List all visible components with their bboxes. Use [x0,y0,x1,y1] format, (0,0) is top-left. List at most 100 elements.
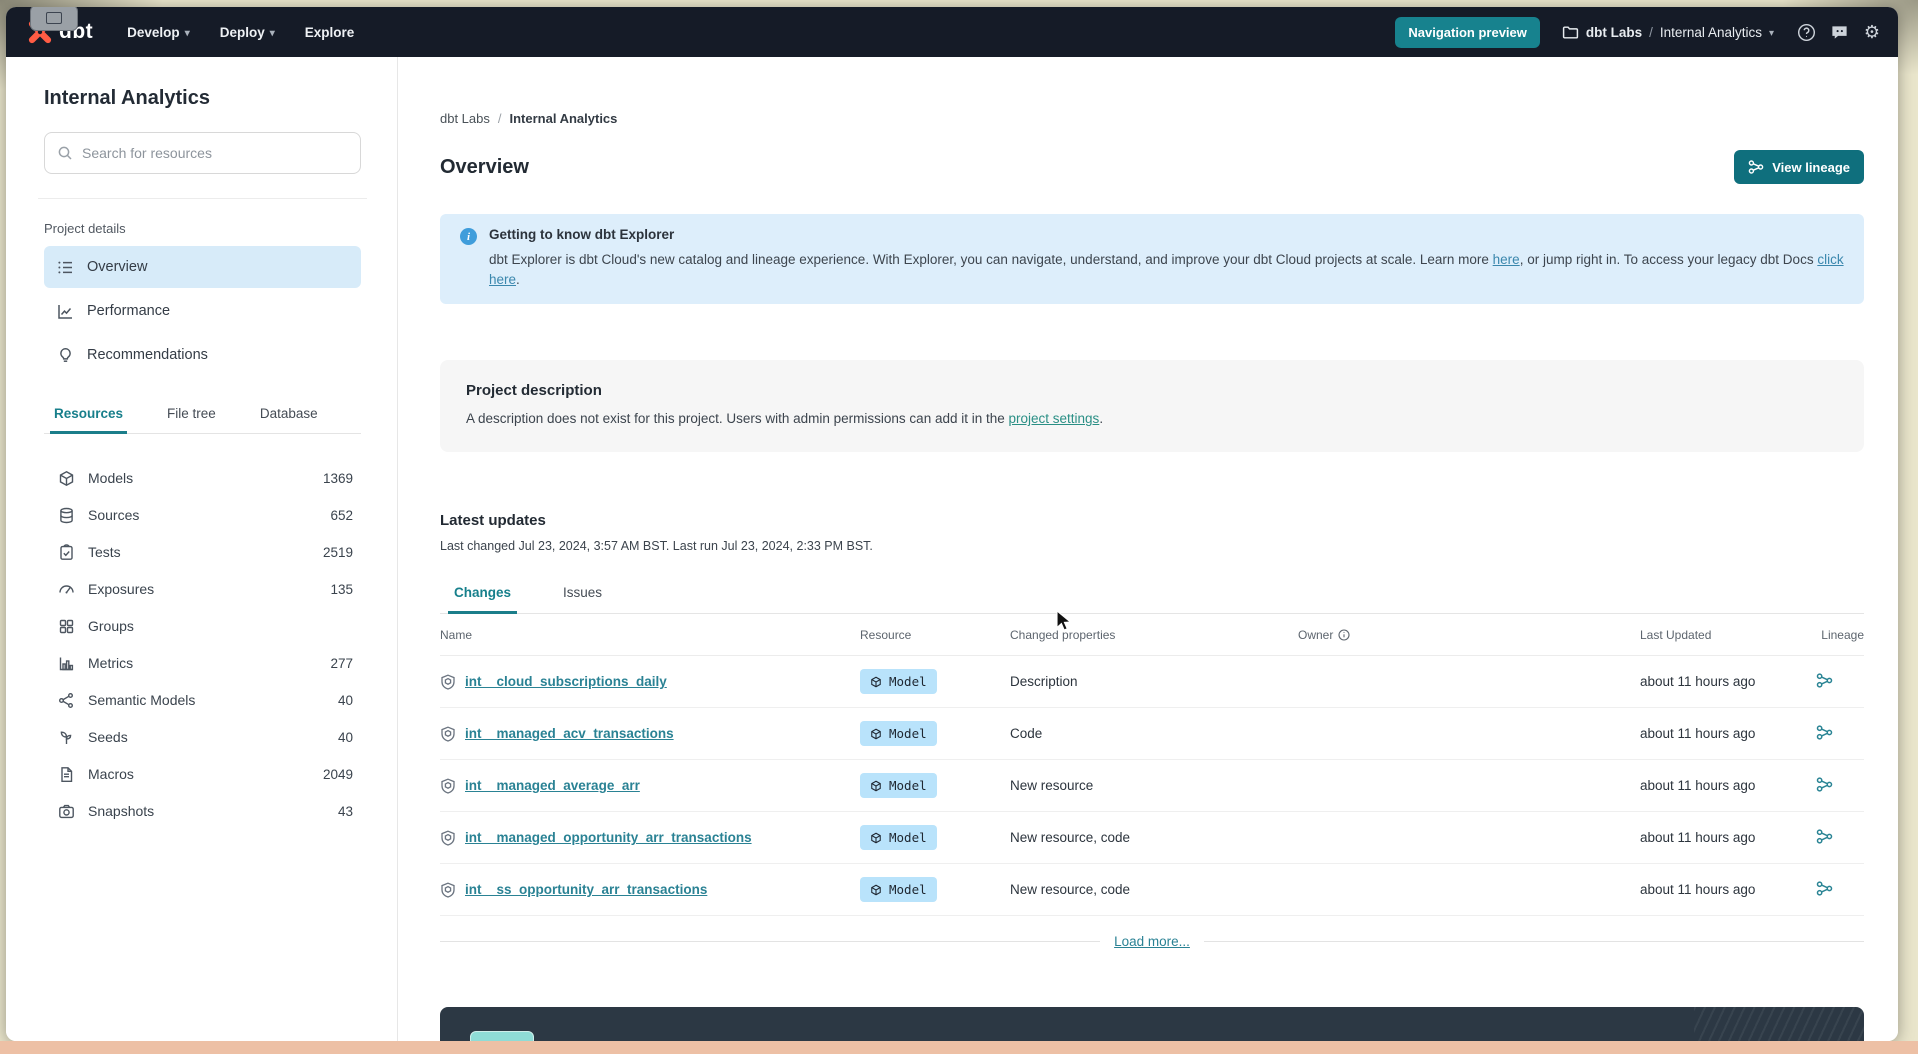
last-updated-cell: about 11 hours ago [1640,778,1756,794]
info-banner-content: Getting to know dbt Explorer dbt Explore… [489,227,1844,289]
breadcrumb-parent[interactable]: dbt Labs [440,111,490,126]
sidebar-item-label: Performance [87,303,171,319]
resource-search[interactable] [44,132,361,174]
sidebar-item-recommendations[interactable]: Recommendations [44,334,361,376]
sidebar-item-overview[interactable]: Overview [44,246,361,288]
load-more-link[interactable]: Load more... [1114,934,1190,949]
tab-issues[interactable]: Issues [557,579,608,614]
resource-row-models[interactable]: Models 1369 [58,460,353,496]
navigation-preview-button[interactable]: Navigation preview [1395,16,1540,48]
tab-database[interactable]: Database [256,400,322,434]
resource-label: Seeds [88,729,128,745]
lineage-icon [1816,673,1833,688]
column-owner-label: Owner [1298,627,1334,642]
resource-row-tests[interactable]: Tests 2519 [58,534,353,570]
page-header: Overview View lineage [440,150,1864,184]
latest-updates-subtitle: Last changed Jul 23, 2024, 3:57 AM BST. … [440,539,873,554]
model-link[interactable]: int__ss_opportunity_arr_transactions [465,882,707,897]
menu-develop[interactable]: Develop ▾ [127,25,190,40]
row-lineage-button[interactable] [1816,724,1864,744]
feedback-icon[interactable] [1829,22,1849,42]
row-lineage-button[interactable] [1816,776,1864,796]
nav-menu: Develop ▾ Deploy ▾ Explore [127,25,354,40]
tab-changes[interactable]: Changes [448,579,518,615]
menu-deploy-label: Deploy [219,24,265,40]
project-description-body: A description does not exist for this pr… [466,411,1838,426]
project-settings-link[interactable]: project settings [1009,411,1100,426]
groups-grid-icon [59,619,74,633]
breadcrumb-separator: / [1649,24,1653,40]
table-row[interactable]: int__managed_average_arr Model New resou… [440,760,1864,813]
tab-file-tree[interactable]: File tree [163,400,220,434]
chevron-down-icon: ▾ [1768,27,1774,39]
model-link[interactable]: int__managed_acv_transactions [465,726,674,741]
resource-label: Exposures [88,581,155,597]
table-row[interactable]: int__cloud_subscriptions_daily Model Des… [440,656,1864,709]
column-name: Name [440,627,473,642]
screen-share-indicator [30,7,78,31]
resource-label: Macros [88,766,134,782]
resource-row-exposures[interactable]: Exposures 135 [58,571,353,607]
badge-label: Model [889,882,927,898]
table-row[interactable]: int__managed_acv_transactions Model Code… [440,708,1864,761]
info-banner-body: dbt Explorer is dbt Cloud's new catalog … [489,250,1844,289]
table-header: Name Resource Changed properties Owner L… [440,614,1864,657]
search-input[interactable] [82,145,348,161]
row-lineage-button[interactable] [1816,880,1864,900]
resource-count: 2049 [322,766,353,782]
changed-properties-cell: Code [1010,726,1043,742]
project-description-card: Project description A description does n… [440,360,1864,453]
resource-row-snapshots[interactable]: Snapshots 43 [58,793,353,829]
model-link[interactable]: int__managed_opportunity_arr_transaction… [465,830,752,845]
resource-count: 43 [337,803,353,819]
column-owner: Owner [1298,628,1640,642]
row-lineage-button[interactable] [1816,828,1864,848]
metrics-bar-chart-icon [59,657,74,670]
sidebar-item-performance[interactable]: Performance [44,290,361,332]
row-lineage-button[interactable] [1816,672,1864,692]
help-icon[interactable] [1796,22,1816,42]
desktop-bottom-strip [0,1041,1918,1054]
resource-row-semantic-models[interactable]: Semantic Models 40 [58,682,353,718]
resource-label: Semantic Models [88,692,196,708]
table-row[interactable]: int__managed_opportunity_arr_transaction… [440,812,1864,865]
last-updated-cell: about 11 hours ago [1640,726,1756,742]
resource-row-seeds[interactable]: Seeds 40 [58,719,353,755]
resource-row-macros[interactable]: Macros 2049 [58,756,353,792]
lineage-promo-banner[interactable]: Visualize how your data flows [440,1007,1864,1041]
list-icon [58,261,72,273]
model-link[interactable]: int__managed_average_arr [465,778,640,793]
resource-row-groups[interactable]: Groups [58,608,353,644]
menu-deploy[interactable]: Deploy ▾ [220,25,275,40]
tab-resources[interactable]: Resources [50,400,128,434]
name-cell: int__ss_opportunity_arr_transactions [440,882,860,898]
sidebar-tabs: Resources File tree Database [44,400,361,434]
tests-clipboard-icon [60,543,73,560]
learn-more-here-link[interactable]: here [1493,252,1520,267]
promo-stripes-decoration [1694,1007,1864,1041]
resource-label: Sources [88,507,140,523]
line-chart-icon [58,304,72,319]
model-shield-icon [441,674,455,690]
lineage-icon [1816,777,1833,792]
menu-explore[interactable]: Explore [305,25,355,40]
model-shield-icon [441,882,455,898]
content-row: Internal Analytics Project details Overv… [6,57,1898,1041]
changed-properties-cell: Description [1010,674,1078,690]
model-link[interactable]: int__cloud_subscriptions_daily [465,674,667,689]
info-icon: i [460,228,477,245]
resource-row-sources[interactable]: Sources 652 [58,497,353,533]
account-breadcrumb[interactable]: dbt Labs / Internal Analytics ▾ [1562,24,1774,41]
settings-gear-icon[interactable]: ⚙ [1862,22,1882,42]
breadcrumb-separator: / [497,111,502,126]
view-lineage-button[interactable]: View lineage [1734,150,1864,184]
macros-document-icon [61,766,73,782]
owner-info-icon[interactable] [1338,629,1350,641]
resource-cell: Model [860,721,1010,747]
description-text: A description does not exist for this pr… [466,411,1009,427]
lineage-icon [1816,881,1833,896]
resource-row-metrics[interactable]: Metrics 277 [58,645,353,681]
table-row[interactable]: int__ss_opportunity_arr_transactions Mod… [440,864,1864,917]
menu-develop-label: Develop [127,24,180,40]
badge-label: Model [889,778,927,794]
